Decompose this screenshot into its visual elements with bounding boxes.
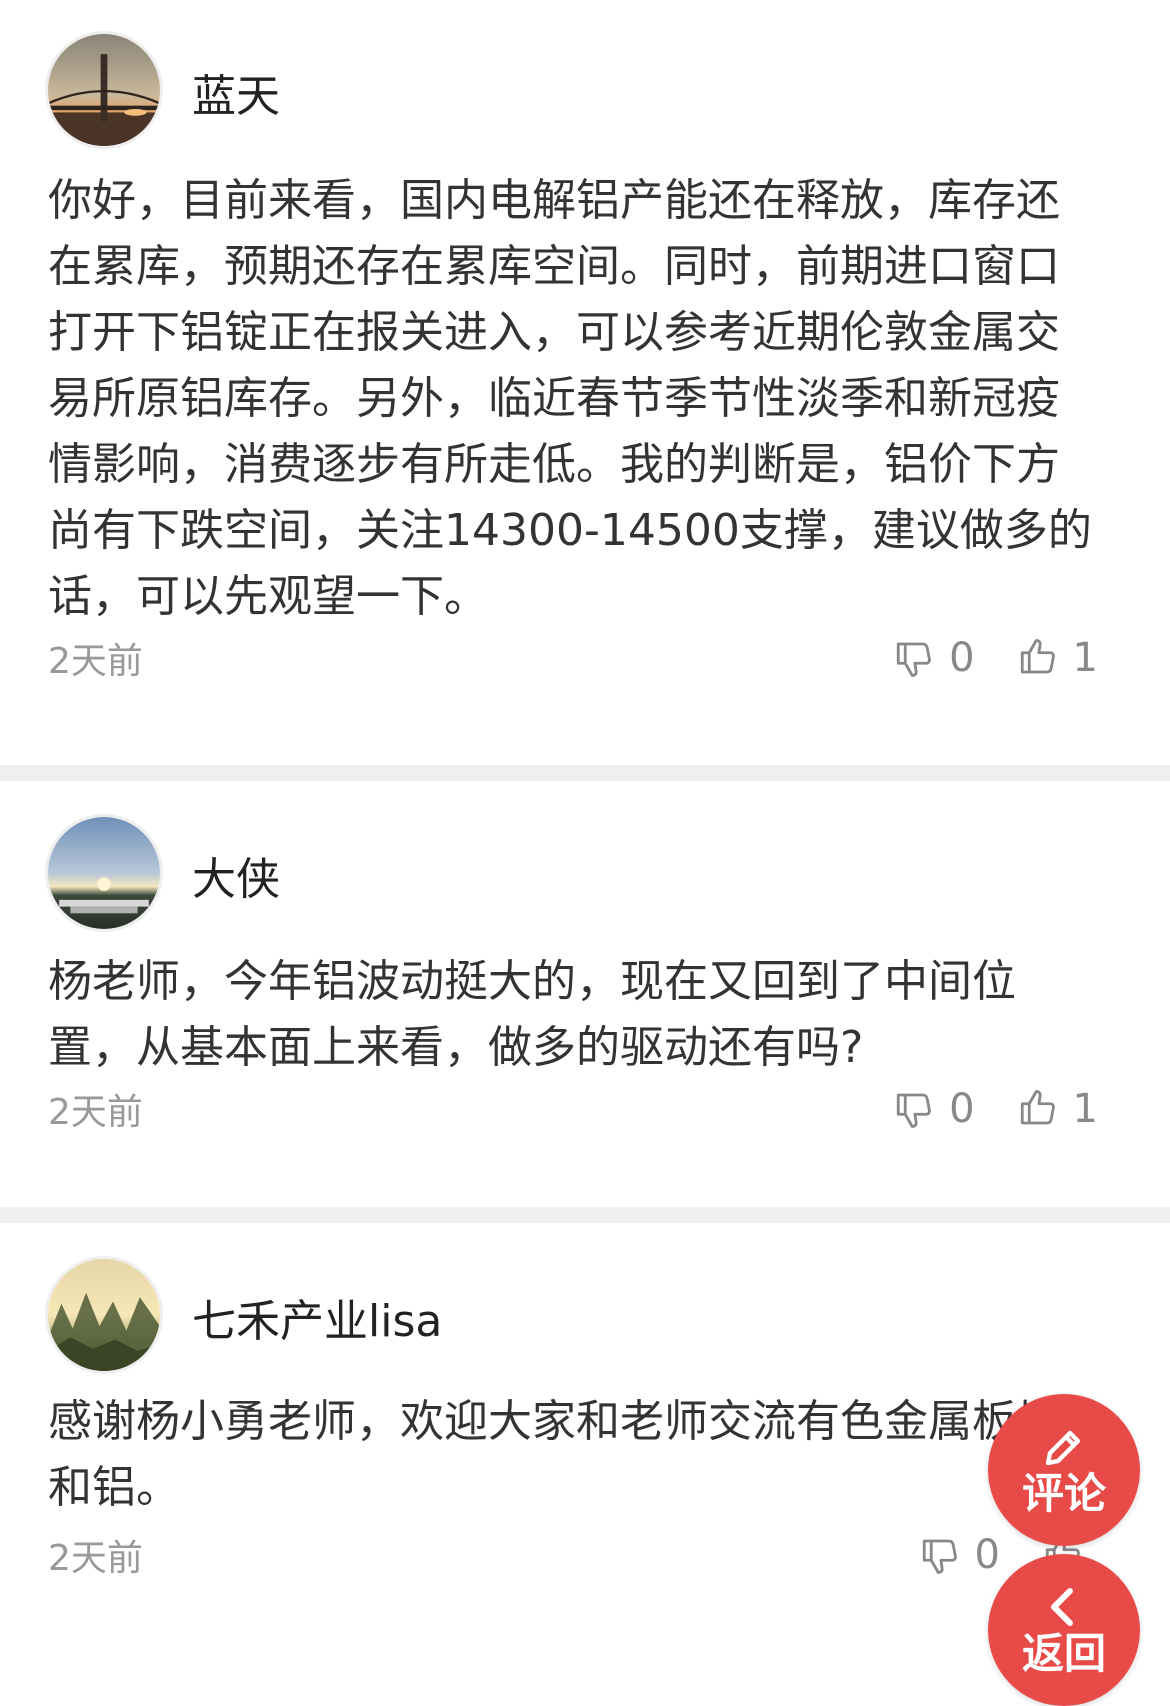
username[interactable]: 七禾产业lisa bbox=[192, 1285, 442, 1349]
separator bbox=[0, 765, 1170, 781]
comment-fab-label: 评论 bbox=[1021, 1469, 1106, 1518]
dislike-count: 0 bbox=[974, 1532, 1000, 1578]
thumbs-down-icon bbox=[922, 1539, 957, 1574]
timestamp: 2天前 bbox=[48, 641, 143, 682]
comment-footer: 2天前 0 1 bbox=[48, 1083, 1098, 1135]
separator bbox=[0, 1207, 1170, 1223]
comment-item: 蓝天 你好，目前来看，国内电解铝产能还在释放，库存还在累库，预期还存在累库空间。… bbox=[0, 0, 1170, 765]
karst-mountains-avatar-icon bbox=[48, 1259, 160, 1371]
comment-fab-button[interactable]: 评论 bbox=[988, 1394, 1140, 1546]
vote-group: 0 1 bbox=[893, 1086, 1098, 1132]
comment-body: 你好，目前来看，国内电解铝产能还在释放，库存还在累库，预期还存在累库空间。同时，… bbox=[48, 175, 1092, 622]
pencil-icon bbox=[1045, 1430, 1081, 1466]
like-button[interactable]: 1 bbox=[1017, 635, 1098, 681]
username[interactable]: 大侠 bbox=[192, 843, 280, 907]
like-button[interactable]: 1 bbox=[1017, 1086, 1098, 1132]
username[interactable]: 蓝天 bbox=[192, 60, 280, 124]
back-fab-label: 返回 bbox=[1021, 1629, 1106, 1678]
vote-group: 0 1 bbox=[893, 635, 1098, 681]
chevron-left-icon bbox=[1051, 1588, 1073, 1626]
dislike-button[interactable]: 0 bbox=[893, 635, 975, 681]
like-count: 1 bbox=[1072, 635, 1098, 681]
avatar[interactable] bbox=[48, 34, 160, 146]
dislike-button[interactable]: 0 bbox=[919, 1532, 1000, 1578]
like-count: 1 bbox=[1072, 1086, 1098, 1132]
thumbs-up-icon bbox=[1020, 639, 1055, 674]
timestamp: 2天前 bbox=[48, 1538, 143, 1579]
thumbs-down-icon bbox=[896, 642, 931, 677]
avatar[interactable] bbox=[48, 817, 160, 929]
timestamp: 2天前 bbox=[48, 1092, 143, 1133]
comment-footer: 2天前 0 1 bbox=[48, 632, 1098, 684]
dislike-button[interactable]: 0 bbox=[893, 1086, 975, 1132]
comment-body: 杨老师，今年铝波动挺大的，现在又回到了中间位置，从基本面上来看，做多的驱动还有吗… bbox=[48, 956, 1016, 1073]
thumbs-down-icon bbox=[896, 1093, 931, 1128]
sunset-lake-avatar-icon bbox=[48, 817, 160, 929]
thumbs-up-icon bbox=[1020, 1090, 1055, 1125]
comment-footer: 2天前 0 bbox=[48, 1529, 1098, 1581]
bridge-sunset-avatar-icon bbox=[48, 34, 160, 146]
dislike-count: 0 bbox=[949, 635, 975, 681]
back-fab-button[interactable]: 返回 bbox=[988, 1554, 1140, 1706]
comment-body: 感谢杨小勇老师，欢迎大家和老师交流有色金属板块和铝。 bbox=[48, 1396, 1060, 1513]
dislike-count: 0 bbox=[949, 1086, 975, 1132]
avatar[interactable] bbox=[48, 1259, 160, 1371]
comment-item: 大侠 杨老师，今年铝波动挺大的，现在又回到了中间位置，从基本面上来看，做多的驱动… bbox=[0, 781, 1170, 1207]
